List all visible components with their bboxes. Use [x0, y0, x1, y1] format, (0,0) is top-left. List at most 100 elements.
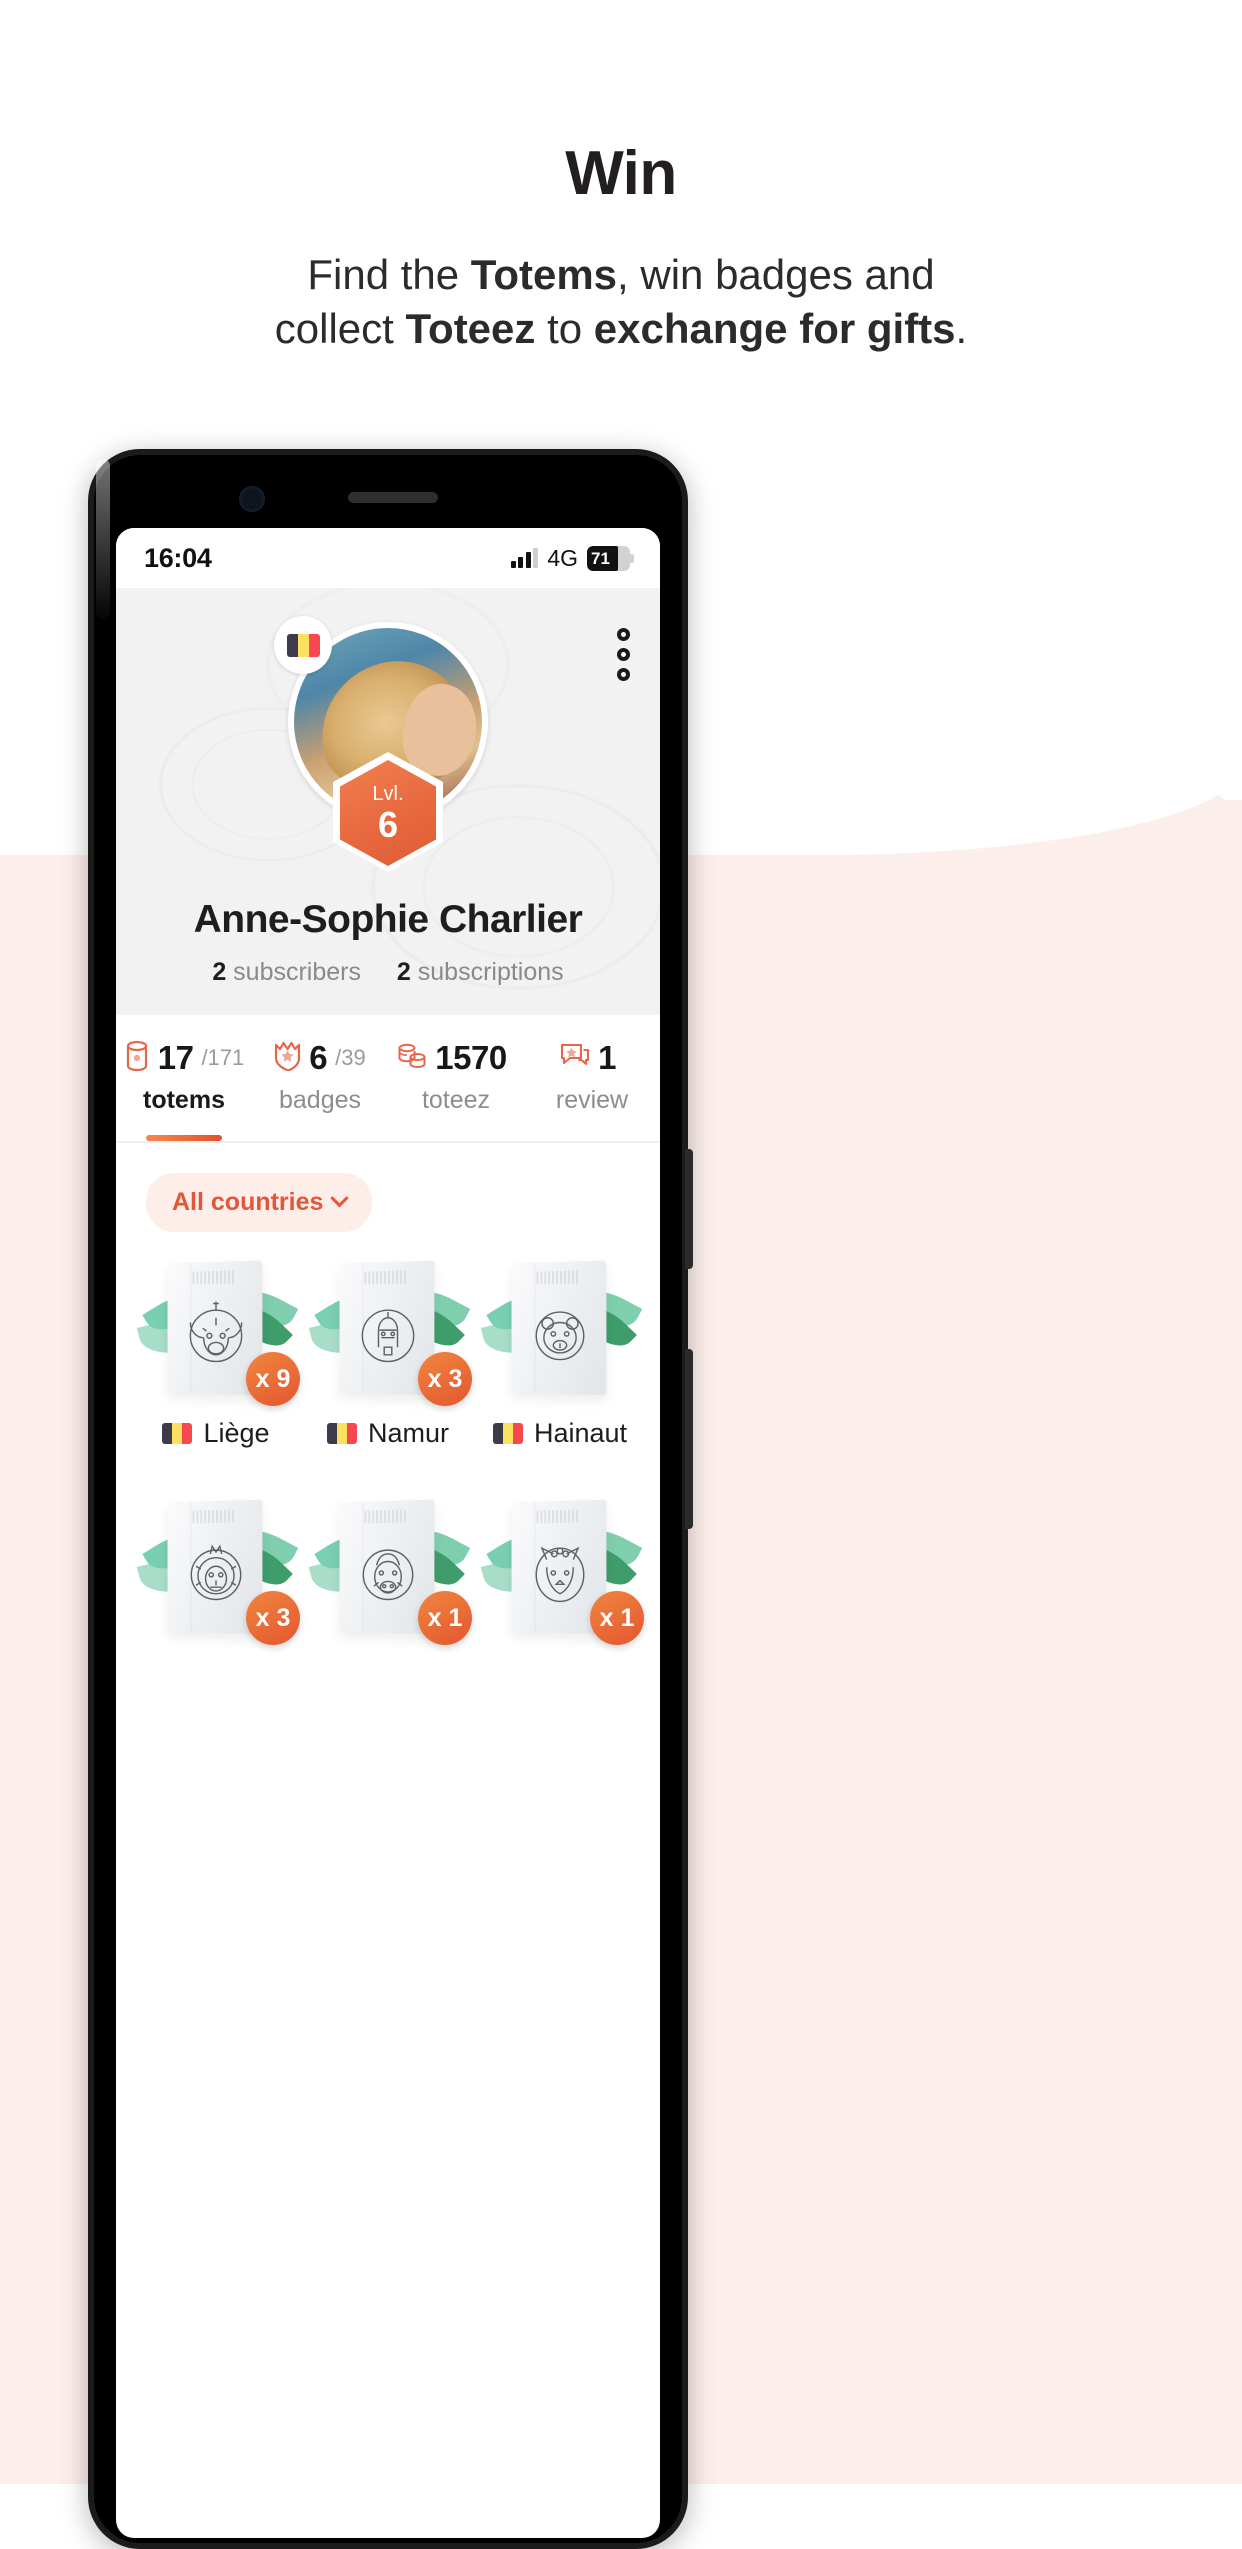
coins-icon [397, 1041, 427, 1076]
badge-card-label: Hainaut [492, 1418, 628, 1449]
status-clock: 16:04 [144, 542, 212, 573]
badge-card[interactable]: x 1 [302, 1493, 474, 1645]
badge-card[interactable]: x 1 [474, 1493, 646, 1645]
badges-total: /39 [335, 1045, 366, 1070]
page-title: Win [565, 139, 677, 208]
level-label: Lvl. [372, 782, 404, 805]
totem-icon [124, 1040, 150, 1077]
toteez-label: toteez [421, 1086, 491, 1114]
belgium-flag-icon [162, 1423, 193, 1444]
promo-subtitle-line-2: collect Toteez to exchange for gifts. [0, 302, 1242, 356]
chevron-down-icon [330, 1189, 350, 1208]
promo-headline-wrap: Win [0, 138, 1242, 209]
subscribers-label[interactable]: subscribers [233, 958, 361, 986]
subtitle-text-a: Find the [307, 251, 471, 298]
subtitle-emphasis-toteez: Toteez [405, 305, 536, 352]
badge-quantity: x 3 [246, 1591, 300, 1645]
subscriptions-label[interactable]: subscriptions [418, 958, 564, 986]
badge-grid-row: x 3 x 1 x 1 [130, 1493, 646, 1645]
review-icon [560, 1042, 590, 1075]
dot-3 [617, 668, 630, 681]
profile-header: Lvl. 6 Anne-Sophie Charlier 2 subscriber… [116, 588, 660, 1015]
country-filter-button[interactable]: All countries [146, 1173, 373, 1232]
badge-quantity: x 1 [590, 1591, 644, 1645]
bear-icon [522, 1294, 598, 1370]
badge-quantity: x 9 [246, 1352, 300, 1406]
tab-toteez[interactable]: 1570 toteez [388, 1039, 524, 1141]
boar-icon [350, 1533, 426, 1609]
mask-icon [350, 1294, 426, 1370]
phone-edge-highlight [96, 459, 110, 619]
badge-card-art: x 9 [136, 1254, 300, 1406]
badge-card-art: x 1 [308, 1493, 472, 1645]
tab-review[interactable]: 1 review [524, 1039, 660, 1141]
badge-card-art: x 1 [480, 1493, 644, 1645]
badge-card-art: x 3 [136, 1493, 300, 1645]
badge-card-label: Liège [162, 1418, 270, 1449]
badge-card-label: Namur [326, 1418, 449, 1449]
belgium-flag-icon [286, 633, 320, 657]
belgium-flag-icon [326, 1423, 357, 1444]
badge-card[interactable]: x 3 Namur [302, 1254, 474, 1449]
totems-total: /171 [201, 1045, 245, 1070]
promo-subtitle-line-1: Find the Totems, win badges and [0, 248, 1242, 302]
fox-icon [522, 1533, 598, 1609]
phone-power-button [685, 1149, 693, 1269]
badge-card-art: x 3 [308, 1254, 472, 1406]
badge-shield-icon [274, 1040, 301, 1076]
network-type-label: 4G [547, 544, 578, 571]
subtitle-text-c: , win badges and [617, 251, 935, 298]
badge-region-name: Namur [367, 1418, 449, 1448]
dot-1 [617, 628, 630, 641]
front-camera-icon [239, 486, 265, 512]
subtitle-emphasis-totems: Totems [470, 251, 618, 298]
signal-bars-icon [510, 548, 539, 568]
card-logo [536, 1270, 580, 1285]
status-indicators: 4G 71 [510, 544, 634, 572]
badge-quantity: x 3 [418, 1352, 472, 1406]
level-value: 6 [377, 803, 399, 845]
earpiece-speaker [348, 492, 438, 503]
battery-tip [630, 553, 634, 563]
belgium-flag-icon [492, 1423, 523, 1444]
card-logo [192, 1509, 236, 1524]
badge-region-name: Liège [203, 1418, 270, 1448]
subscriptions-count: 2 [396, 958, 411, 986]
promo-subtitle: Find the Totems, win badges and collect … [0, 248, 1242, 356]
card-logo [364, 1509, 408, 1524]
profile-name: Anne-Sophie Charlier [193, 898, 583, 941]
card-logo [364, 1270, 408, 1285]
subscribers-count: 2 [212, 958, 227, 986]
dot-2 [617, 648, 630, 661]
review-label: review [555, 1086, 629, 1114]
subtitle-text-e: to [535, 305, 594, 352]
tab-badges[interactable]: 6 /39 badges [252, 1039, 388, 1141]
country-filter-label: All countries [172, 1188, 324, 1216]
totems-label: totems [143, 1086, 225, 1114]
phone-mockup: 16:04 4G 71 Lvl. 6 Anne-Sophie Charlier … [88, 449, 693, 2549]
badge-card[interactable]: x 9 Liège [130, 1254, 302, 1449]
badge-card[interactable]: Hainaut [474, 1254, 646, 1449]
card-logo [536, 1509, 580, 1524]
badge-card[interactable]: x 3 [130, 1493, 302, 1645]
subtitle-emphasis-gifts: exchange for gifts [593, 305, 956, 352]
tab-totems[interactable]: 17 /171 totems [116, 1039, 252, 1141]
active-tab-underline [145, 1135, 223, 1141]
card-logo [192, 1270, 236, 1285]
badges-label: badges [278, 1086, 362, 1114]
badges-value-row: 6 /39 [252, 1039, 388, 1077]
phone-screen: 16:04 4G 71 Lvl. 6 Anne-Sophie Charlier … [116, 528, 660, 2538]
phone-volume-button [685, 1349, 693, 1529]
totems-count: 17 [157, 1039, 194, 1076]
subtitle-text-d: collect [274, 305, 406, 352]
review-value-row: 1 [524, 1039, 660, 1077]
more-vertical-icon[interactable] [617, 628, 630, 681]
avatar-block: Lvl. 6 [274, 616, 488, 872]
badges-count: 6 [309, 1039, 328, 1076]
bull-icon [178, 1294, 254, 1370]
totems-value-row: 17 /171 [116, 1039, 252, 1077]
badge-region-name: Hainaut [533, 1418, 628, 1448]
battery-percent-label: 71 [591, 548, 610, 568]
battery-icon: 71 [587, 545, 634, 571]
subtitle-text-f: . [955, 305, 968, 352]
